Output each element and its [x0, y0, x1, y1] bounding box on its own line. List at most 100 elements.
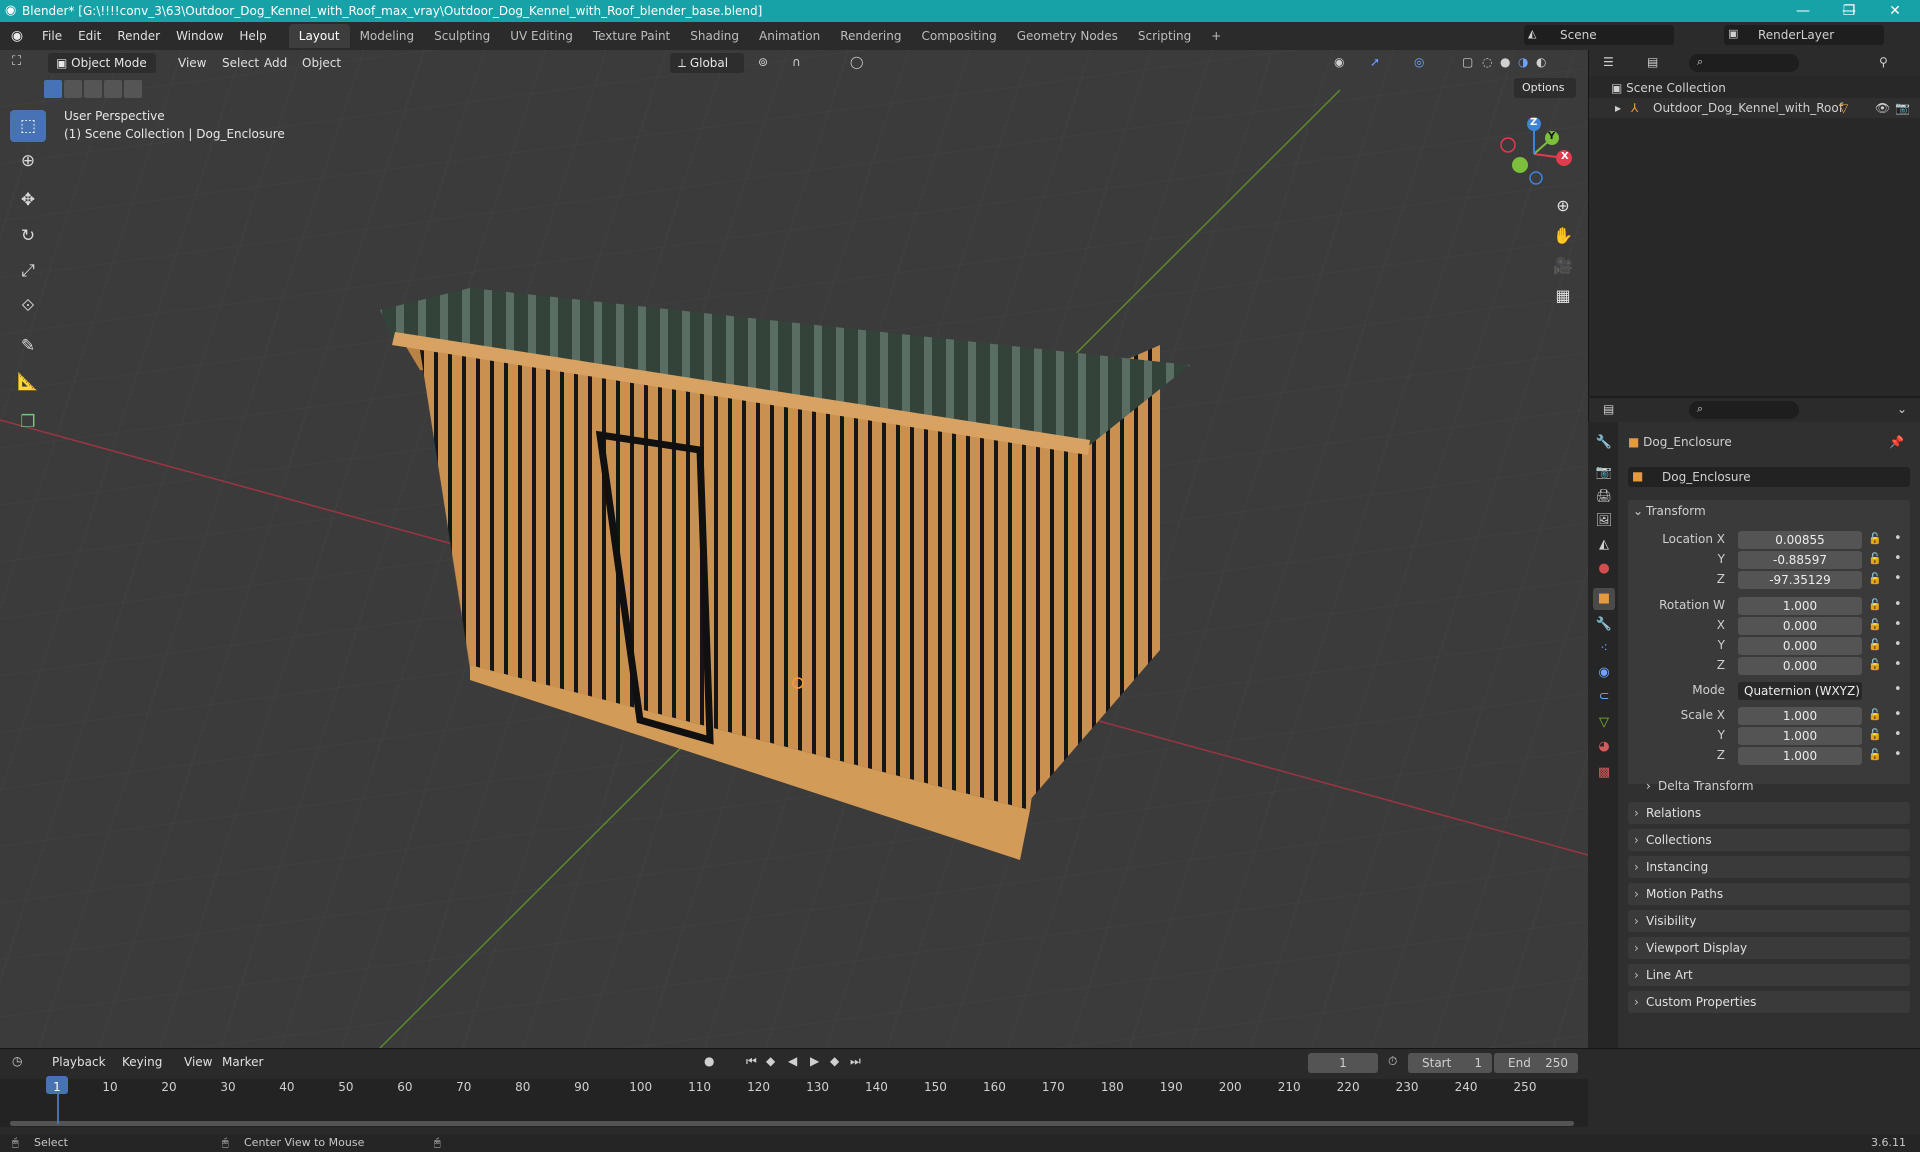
select-new-icon[interactable] — [44, 80, 62, 98]
material-tab-icon[interactable]: ◕ — [1593, 736, 1615, 758]
scene-selector[interactable]: ◭ Scene — [1524, 25, 1674, 45]
start-frame-field[interactable]: Start 1 — [1408, 1053, 1492, 1073]
outliner-item-row[interactable]: ▸ ⅄ Outdoor_Dog_Kennel_with_Roof ▽ 👁 📷 — [1589, 98, 1920, 118]
proportional-edit-icon[interactable]: ◯ — [850, 55, 863, 69]
mode-selector[interactable]: ▣ Object Mode — [48, 53, 156, 73]
lock-icon[interactable]: 🔓 — [1868, 618, 1882, 631]
tab-rendering[interactable]: Rendering — [830, 24, 911, 48]
outliner-search-input[interactable]: ⌕ — [1689, 54, 1799, 72]
object-tab-icon[interactable]: ■ — [1593, 588, 1615, 610]
options-button[interactable]: Options — [1514, 78, 1576, 98]
maximize-button[interactable]: ❐ — [1826, 0, 1872, 22]
panel-collections[interactable]: Collections — [1628, 829, 1910, 851]
scene-collection-row[interactable]: ▣ Scene Collection — [1611, 78, 1726, 98]
object-data-field[interactable]: ■ Dog_Enclosure — [1628, 467, 1910, 487]
location-x-field[interactable]: 0.00855 — [1738, 531, 1862, 549]
pivot-icon[interactable]: ⊚ — [758, 55, 768, 69]
timeline-menu-keying[interactable]: Keying — [114, 1051, 170, 1073]
render-layer-selector[interactable]: ▣ RenderLayer — [1724, 25, 1884, 45]
keyframe-dot-icon[interactable]: • — [1894, 707, 1902, 722]
output-tab-icon[interactable]: 🖨 — [1593, 486, 1615, 508]
transform-tool[interactable]: ⟐ — [10, 290, 46, 322]
scale-tool[interactable]: ⤢ — [10, 255, 46, 287]
keyframe-dot-icon[interactable]: • — [1894, 727, 1902, 742]
play-reverse-icon[interactable]: ◀ — [788, 1054, 797, 1068]
panel-motion-paths[interactable]: Motion Paths — [1628, 883, 1910, 905]
next-keyframe-icon[interactable]: ◆ — [830, 1054, 839, 1068]
move-tool[interactable]: ✥ — [10, 184, 46, 216]
scale-z-field[interactable]: 1.000 — [1738, 747, 1862, 765]
jump-start-icon[interactable]: ⏮ — [746, 1054, 757, 1069]
keyframe-dot-icon[interactable]: • — [1894, 551, 1902, 566]
eye-icon[interactable]: 👁 — [1875, 98, 1890, 118]
cursor-tool[interactable]: ⊕ — [10, 145, 46, 177]
properties-dropdown-icon[interactable]: ⌄ — [1897, 402, 1907, 416]
current-frame-field[interactable]: 1 — [1308, 1053, 1378, 1073]
object-data-icon[interactable]: ▽ — [1839, 98, 1848, 118]
end-frame-field[interactable]: End 250 — [1494, 1053, 1578, 1073]
tab-uv-editing[interactable]: UV Editing — [500, 24, 583, 48]
shading-solid-icon[interactable]: ● — [1500, 55, 1510, 69]
data-tab-icon[interactable]: ▽ — [1593, 712, 1615, 734]
keyframe-dot-icon[interactable]: • — [1894, 597, 1902, 612]
keyframe-dot-icon[interactable]: • — [1894, 637, 1902, 652]
timeline-menu-marker[interactable]: Marker — [214, 1051, 271, 1073]
display-mode-icon[interactable]: ▤ — [1647, 55, 1658, 69]
editor-type-icon[interactable]: ⛶ — [12, 54, 21, 69]
select-invert-icon[interactable] — [104, 80, 122, 98]
viewport-menu-add[interactable]: Add — [256, 52, 295, 74]
annotate-tool[interactable]: ✎ — [10, 330, 46, 362]
menu-window[interactable]: Window — [168, 25, 231, 47]
transform-orientation[interactable]: ⟂ Global — [670, 53, 744, 73]
rotation-y-field[interactable]: 0.000 — [1738, 637, 1862, 655]
lock-icon[interactable]: 🔓 — [1868, 552, 1882, 565]
add-cube-tool[interactable]: ❒ — [10, 406, 46, 438]
select-box-tool[interactable]: ⬚ — [10, 110, 46, 142]
xray-icon[interactable]: ▢ — [1462, 55, 1473, 69]
timeline-scrollbar[interactable] — [10, 1121, 1574, 1126]
select-intersect-icon[interactable] — [124, 80, 142, 98]
timeline-editor-icon[interactable]: ◷ — [12, 1054, 22, 1068]
location-y-field[interactable]: -0.88597 — [1738, 551, 1862, 569]
world-tab-icon[interactable]: ● — [1593, 558, 1615, 580]
rotation-mode-select[interactable]: Quaternion (WXYZ) — [1738, 682, 1862, 700]
menu-help[interactable]: Help — [231, 25, 274, 47]
minimize-window-button[interactable]: — — [1780, 0, 1826, 22]
keyframe-dot-icon[interactable]: • — [1894, 531, 1902, 546]
menu-render[interactable]: Render — [109, 25, 168, 47]
clock-icon[interactable]: ⏱ — [1388, 1054, 1397, 1069]
lock-icon[interactable]: 🔓 — [1868, 598, 1882, 611]
lock-icon[interactable]: 🔓 — [1868, 572, 1882, 585]
scale-x-field[interactable]: 1.000 — [1738, 707, 1862, 725]
scale-y-field[interactable]: 1.000 — [1738, 727, 1862, 745]
properties-search-input[interactable]: ⌕ — [1689, 401, 1799, 419]
overlay-toggle-icon[interactable]: ◎ — [1414, 55, 1424, 69]
filter-icon[interactable]: ⚲ — [1879, 55, 1888, 69]
pin-icon[interactable]: 📌 — [1889, 432, 1904, 452]
rotation-z-field[interactable]: 0.000 — [1738, 657, 1862, 675]
close-window-button[interactable]: ✕ — [1872, 0, 1918, 22]
transform-panel-header[interactable]: ⌄ Transform — [1628, 500, 1910, 522]
particles-tab-icon[interactable]: ⁖ — [1593, 638, 1615, 660]
keyframe-dot-icon[interactable]: • — [1894, 747, 1902, 762]
record-icon[interactable]: ● — [704, 1054, 714, 1068]
snap-icon[interactable]: ∩ — [792, 55, 801, 69]
viewport-menu-view[interactable]: View — [170, 52, 214, 74]
location-z-field[interactable]: -97.35129 — [1738, 571, 1862, 589]
lock-icon[interactable]: 🔓 — [1868, 728, 1882, 741]
measure-tool[interactable]: 📐 — [10, 366, 46, 398]
select-subtract-icon[interactable] — [84, 80, 102, 98]
shading-wireframe-icon[interactable]: ◌ — [1482, 55, 1492, 69]
keyframe-dot-icon[interactable]: • — [1894, 571, 1902, 586]
panel-viewport-display[interactable]: Viewport Display — [1628, 937, 1910, 959]
tab-geometry-nodes[interactable]: Geometry Nodes — [1007, 24, 1128, 48]
panel-instancing[interactable]: Instancing — [1628, 856, 1910, 878]
keyframe-dot-icon[interactable]: • — [1894, 657, 1902, 672]
lock-icon[interactable]: 🔓 — [1868, 658, 1882, 671]
render-tab-icon[interactable]: 📷 — [1593, 462, 1615, 484]
keyframe-dot-icon[interactable]: • — [1894, 682, 1902, 697]
lock-icon[interactable]: 🔓 — [1868, 532, 1882, 545]
visibility-icon[interactable]: ◉ — [1334, 55, 1344, 69]
viewport-menu-object[interactable]: Object — [294, 52, 349, 74]
panel-custom-properties[interactable]: Custom Properties — [1628, 991, 1910, 1013]
